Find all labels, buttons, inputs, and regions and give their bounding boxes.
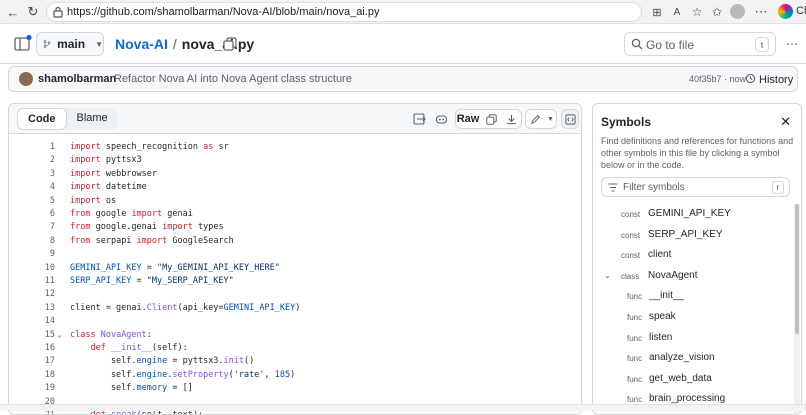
symbol-item[interactable]: func get_web_data: [593, 370, 793, 390]
symbols-panel: Symbols ✕ Find definitions and reference…: [592, 103, 802, 415]
symbols-title: Symbols: [601, 115, 652, 129]
file-name: nova_ai.py: [181, 36, 255, 52]
symbol-item[interactable]: const GEMINI_API_KEY: [593, 205, 793, 225]
symbols-description: Find definitions and references for func…: [601, 136, 794, 170]
code-lines: 1 import speech_recognition as sr 2 import …: [9, 135, 581, 414]
code-viewer: Code Blame Raw ▼ 1 import speech_recogni…: [8, 103, 582, 415]
symbol-kind: func: [627, 292, 643, 302]
symbol-kind: const: [621, 230, 641, 240]
symbol-kind: class: [621, 271, 640, 281]
symbol-kind: const: [621, 251, 641, 261]
read-aloud-icon[interactable]: A: [668, 3, 686, 21]
address-bar[interactable]: https://github.com/shamolbarman/Nova-AI/…: [46, 2, 642, 22]
code-toolbar: Code Blame Raw ▼: [9, 104, 581, 134]
apps-icon[interactable]: ⊞: [648, 3, 666, 21]
symbol-item[interactable]: func __init__: [593, 287, 793, 307]
symbol-kind: const: [621, 210, 641, 219]
refresh-icon[interactable]: ↻: [24, 3, 42, 21]
favorites-bar-icon[interactable]: ✩: [708, 3, 726, 21]
more-icon[interactable]: ⋯: [752, 3, 770, 21]
commit-author[interactable]: shamolbarman: [38, 73, 116, 85]
taskbar-edge: [0, 404, 806, 411]
commit-message[interactable]: Refactor Nova AI into Nova Agent class s…: [114, 73, 352, 85]
symbol-item[interactable]: ⌄ class NovaAgent: [593, 267, 793, 287]
symbol-item[interactable]: const SERP_API_KEY: [593, 226, 793, 246]
latest-commit-bar: shamolbarman Refactor Nova AI into Nova …: [8, 66, 798, 92]
history-icon: [745, 73, 756, 84]
repo-header: main ▼ Nova-AI / nova_ai.py Go to file t ⋯: [0, 24, 806, 64]
repo-link[interactable]: Nova-AI: [115, 36, 168, 52]
scrollbar-thumb[interactable]: [795, 204, 799, 334]
edit-group: ▼: [525, 109, 557, 129]
more-options-icon[interactable]: ⋯: [781, 32, 803, 56]
symbol-name: SERP_API_KEY: [648, 228, 723, 240]
filter-icon: [608, 183, 618, 192]
symbol-name: brain_processing: [649, 393, 726, 405]
side-panel-icon[interactable]: [14, 34, 32, 52]
favorite-icon[interactable]: ☆: [688, 3, 706, 21]
copilot-chat-icon[interactable]: [431, 109, 451, 129]
profile-text: Ch: [796, 5, 806, 17]
scrollbar[interactable]: [794, 204, 800, 414]
symbol-item[interactable]: func speak: [593, 308, 793, 328]
symbol-kind: func: [627, 374, 643, 384]
branch-icon: [43, 40, 51, 48]
symbol-name: __init__: [649, 290, 685, 302]
branch-name: main: [57, 37, 86, 51]
history-label: History: [759, 74, 794, 86]
symbol-name: get_web_data: [649, 372, 712, 384]
symbols-panel-toggle-icon[interactable]: [561, 109, 579, 129]
symbol-name: speak: [649, 311, 676, 322]
symbol-kind: func: [627, 333, 643, 343]
tab-blame[interactable]: Blame: [67, 108, 118, 130]
profile-avatar[interactable]: [730, 4, 745, 19]
go-to-file-input[interactable]: Go to file t: [624, 32, 776, 56]
symbol-kind: func: [627, 313, 643, 322]
chevron-down-icon[interactable]: ▼: [544, 110, 557, 128]
download-icon[interactable]: [501, 110, 521, 128]
search-icon: [631, 38, 643, 50]
symbol-name: analyze_vision: [649, 352, 715, 364]
close-icon[interactable]: ✕: [780, 114, 791, 130]
url-text: https://github.com/shamolbarman/Nova-AI/…: [67, 6, 380, 18]
browser-toolbar: ← ↻ https://github.com/shamolbarman/Nova…: [0, 0, 806, 24]
commit-hash-time[interactable]: 40f35b7 · now: [689, 74, 746, 84]
raw-actions-group: Raw: [455, 109, 522, 129]
copilot-icon[interactable]: [778, 4, 793, 19]
chevron-down-icon: ▼: [95, 39, 103, 49]
raw-button[interactable]: Raw: [456, 110, 480, 128]
avatar[interactable]: [19, 72, 33, 86]
back-icon[interactable]: ←: [4, 3, 22, 21]
symbol-item[interactable]: func listen: [593, 329, 793, 349]
symbol-name: listen: [649, 331, 673, 343]
filter-symbols-input[interactable]: Filter symbols r: [601, 177, 790, 197]
symbol-name: GEMINI_API_KEY: [648, 208, 731, 219]
filter-placeholder: Filter symbols: [623, 182, 685, 193]
history-button[interactable]: History: [745, 73, 793, 86]
symbol-item[interactable]: const client: [593, 246, 793, 266]
symbol-name: client: [648, 249, 672, 261]
breadcrumb-separator: /: [172, 36, 177, 52]
branch-selector[interactable]: main ▼: [36, 32, 104, 56]
view-switcher: Code Blame: [17, 108, 118, 130]
symbol-kind: func: [627, 354, 643, 364]
edit-pencil-icon[interactable]: [526, 110, 544, 128]
symbols-jump-icon[interactable]: [409, 109, 429, 129]
copy-path-icon[interactable]: [223, 37, 237, 51]
chevron-down-icon[interactable]: ⌄: [604, 271, 611, 280]
go-to-file-placeholder: Go to file: [646, 38, 695, 52]
shortcut-key: r: [772, 181, 784, 194]
copy-raw-icon[interactable]: [481, 110, 501, 128]
lock-icon: [53, 6, 63, 18]
shortcut-key: t: [755, 37, 769, 52]
symbol-item[interactable]: func analyze_vision: [593, 349, 793, 369]
symbol-name: NovaAgent: [648, 269, 698, 281]
tab-code[interactable]: Code: [17, 108, 67, 130]
